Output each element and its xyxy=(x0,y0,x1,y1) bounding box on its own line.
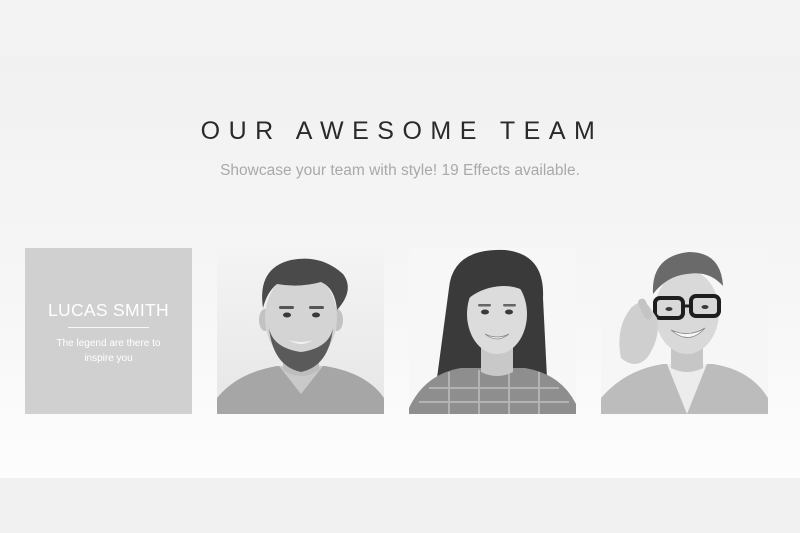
name-divider xyxy=(68,327,149,328)
top-band xyxy=(0,0,800,55)
team-card-member-3[interactable] xyxy=(409,248,576,414)
bottom-band xyxy=(0,478,800,533)
team-card-member-2[interactable] xyxy=(217,248,384,414)
team-card-lucas-smith[interactable]: LUCAS SMITH The legend are there to insp… xyxy=(25,248,192,414)
woman-long-hair-photo xyxy=(409,248,576,414)
member-name: LUCAS SMITH xyxy=(48,300,169,320)
man-with-beard-photo xyxy=(217,248,384,414)
member-description: The legend are there to inspire you xyxy=(56,338,161,364)
man-with-glasses-photo xyxy=(601,248,768,414)
section-subtitle: Showcase your team with style! 19 Effect… xyxy=(220,162,580,179)
team-card-member-4[interactable] xyxy=(601,248,768,414)
section-title: OUR AWESOME TEAM xyxy=(200,117,604,145)
